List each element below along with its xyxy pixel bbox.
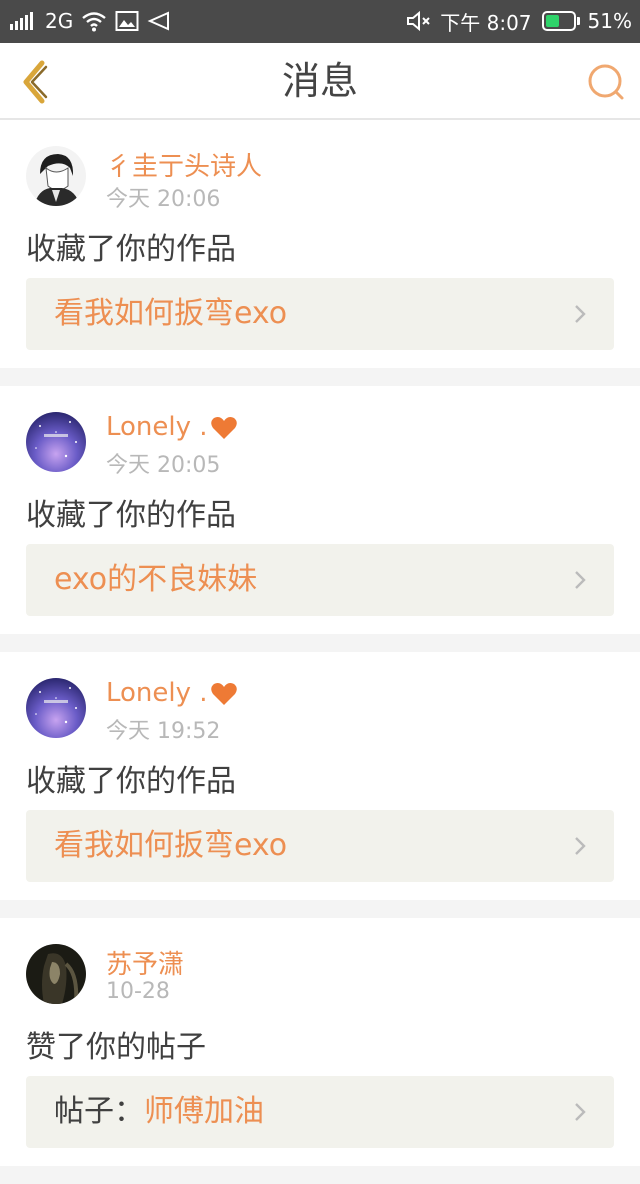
page-title: 消息	[281, 59, 358, 103]
status-right: 下午 8:07 51%	[406, 9, 632, 35]
status-bar: 2G 下午 8:07 51%	[0, 0, 640, 43]
message-time: 10-28	[106, 979, 170, 1004]
message-action: 收藏了你的作品	[26, 764, 236, 799]
message-card: Lonely . 今天 20:05 收藏了你的作品 exo的不良妹妹	[0, 386, 640, 634]
message-action: 收藏了你的作品	[26, 498, 236, 533]
avatar[interactable]	[26, 944, 86, 1004]
chevron-right-icon	[575, 1103, 586, 1121]
message-card: Lonely . 今天 19:52 收藏了你的作品 看我如何扳弯exo	[0, 652, 640, 900]
image-notification-icon	[115, 10, 139, 32]
avatar[interactable]	[26, 412, 86, 472]
target-link[interactable]: 看我如何扳弯exo	[26, 278, 614, 350]
search-icon	[588, 64, 624, 100]
user-name[interactable]: 苏予潇	[106, 944, 184, 981]
send-notification-icon	[147, 10, 171, 32]
battery-icon	[541, 11, 580, 31]
message-action: 收藏了你的作品	[26, 232, 236, 267]
wifi-icon	[81, 10, 107, 32]
status-time: 下午 8:07	[440, 10, 532, 35]
user-name[interactable]: Lonely .	[106, 678, 238, 708]
target-title: 师傅加油	[144, 1094, 264, 1129]
status-left: 2G	[10, 9, 179, 33]
target-link[interactable]: exo的不良妹妹	[26, 544, 614, 616]
heart-icon	[210, 682, 237, 705]
target-title: exo的不良妹妹	[54, 562, 258, 597]
chevron-right-icon	[575, 837, 586, 855]
message-list: 彳圭亍头诗人 今天 20:06 收藏了你的作品 看我如何扳弯exo Lonely…	[0, 120, 640, 1184]
message-card: 苏予潇 10-28 赞了你的帖子 帖子：师傅加油	[0, 918, 640, 1166]
nav-bar: 消息	[0, 43, 640, 120]
mute-icon	[406, 10, 432, 32]
search-button[interactable]	[586, 62, 626, 102]
target-link[interactable]: 帖子：师傅加油	[26, 1076, 614, 1148]
target-title: 看我如何扳弯exo	[54, 828, 288, 863]
signal-icon	[10, 12, 35, 30]
message-action: 赞了你的帖子	[26, 1030, 206, 1065]
network-type: 2G	[45, 9, 74, 33]
avatar[interactable]	[26, 678, 86, 738]
message-time: 今天 20:05	[106, 453, 221, 478]
battery-percent: 51%	[587, 9, 632, 33]
message-time: 今天 20:06	[106, 187, 221, 212]
message-time: 今天 19:52	[106, 719, 221, 744]
message-card: 彳圭亍头诗人 今天 20:06 收藏了你的作品 看我如何扳弯exo	[0, 120, 640, 368]
target-link[interactable]: 看我如何扳弯exo	[26, 810, 614, 882]
chevron-right-icon	[575, 305, 586, 323]
target-title: 看我如何扳弯exo	[54, 296, 288, 331]
chevron-right-icon	[575, 571, 586, 589]
user-name[interactable]: Lonely .	[106, 412, 238, 442]
heart-icon	[210, 416, 237, 439]
user-name[interactable]: 彳圭亍头诗人	[106, 146, 262, 183]
avatar[interactable]	[26, 146, 86, 206]
target-prefix: 帖子：	[54, 1094, 144, 1129]
